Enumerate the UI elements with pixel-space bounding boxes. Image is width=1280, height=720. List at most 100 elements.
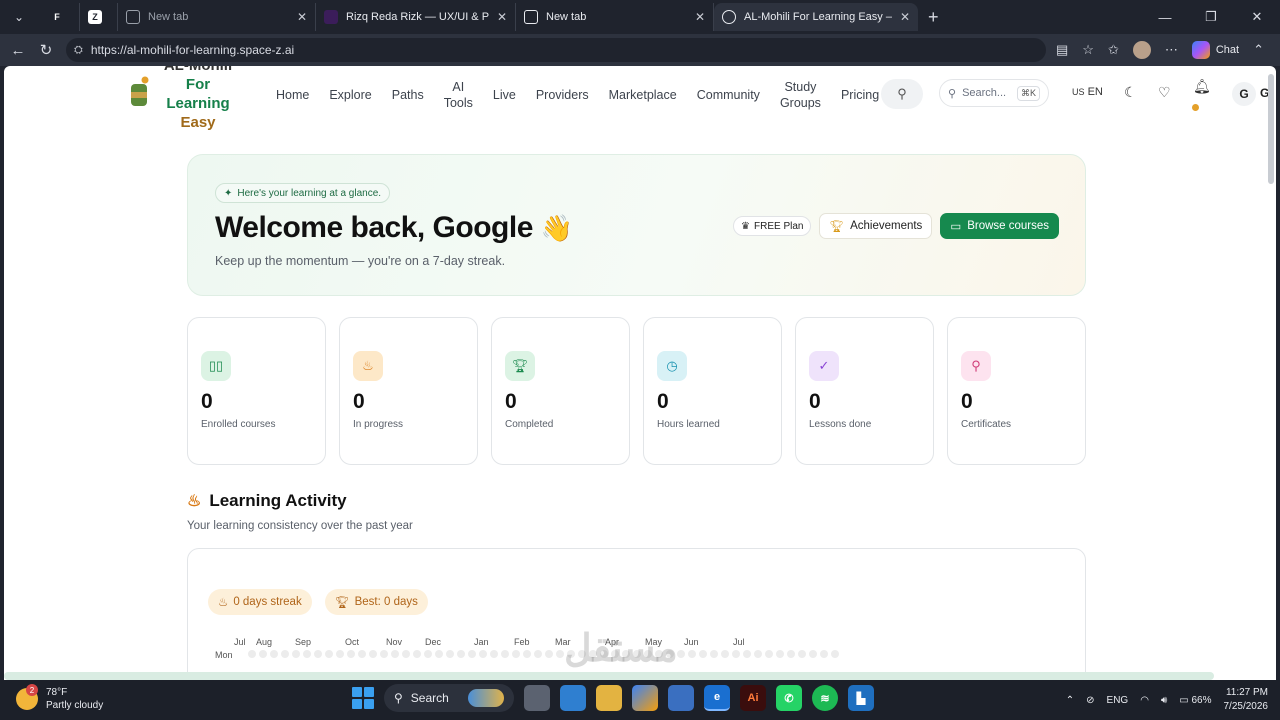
volume-icon[interactable]: 🔊︎ — [1161, 695, 1167, 706]
new-tab-icon[interactable]: + — [928, 7, 939, 28]
vertical-scrollbar[interactable] — [1268, 74, 1274, 184]
url-field[interactable]: ⛭ https://al-mohili-for-learning.space-z… — [66, 38, 1046, 62]
site-logo[interactable]: AL-Mohili For Learning Easy — [158, 66, 238, 132]
reader-icon[interactable]: ▤ — [1056, 42, 1068, 58]
heatmap-day — [501, 650, 509, 658]
check-circle-icon: ✓ — [809, 351, 839, 381]
nav-providers[interactable]: Providers — [526, 87, 599, 103]
system-tray: ⌃ ⊘ ENG ◠ 🔊︎ ▭ 66% 11:27 PM 7/25/2026 — [1066, 686, 1268, 714]
close-tab-icon[interactable]: ✕ — [695, 10, 705, 24]
close-tab-icon[interactable]: ✕ — [297, 10, 307, 24]
page-title: Welcome back, Google 👋 — [215, 211, 573, 245]
search-box[interactable]: ⚲ Search... ⌘K — [939, 79, 1049, 107]
watermark-logo: مستقل — [564, 628, 678, 670]
heatmap-day — [820, 650, 828, 658]
tab-al-mohili[interactable]: AL-Mohili For Learning Easy — Ent ✕ — [714, 3, 918, 31]
user-avatar[interactable]: G — [1232, 82, 1256, 106]
wifi-icon[interactable]: ◠ — [1140, 695, 1149, 706]
clock[interactable]: 11:27 PM 7/25/2026 — [1224, 686, 1269, 714]
tab-rizq[interactable]: Rizq Reda Rizk — UX/UI & Produc ✕ — [316, 3, 516, 31]
nav-study-groups[interactable]: Study Groups — [770, 79, 831, 111]
heatmap-day — [798, 650, 806, 658]
search-highlight-icon — [468, 689, 504, 707]
input-language[interactable]: ENG — [1107, 695, 1129, 706]
minimize-icon[interactable]: — — [1142, 10, 1188, 25]
heatmap-day — [699, 650, 707, 658]
bell-icon[interactable]: 🔔︎ — [1193, 78, 1211, 95]
weather-widget[interactable]: 2 78°F Partly cloudy — [16, 684, 103, 712]
moon-icon[interactable]: ☾ — [1124, 84, 1137, 101]
close-tab-icon[interactable]: ✕ — [497, 10, 507, 24]
tab-title: New tab — [148, 11, 189, 23]
widgets-icon[interactable] — [560, 685, 586, 711]
site-info-icon[interactable]: ⛭ — [74, 44, 83, 57]
camera-off-icon[interactable]: ⊘ — [1086, 695, 1094, 706]
nav-paths[interactable]: Paths — [382, 87, 434, 103]
nav-ai-tools[interactable]: AI Tools — [434, 79, 483, 111]
stat-label: Enrolled courses — [201, 419, 276, 430]
back-icon[interactable]: ← — [4, 42, 32, 59]
heatmap-day — [347, 650, 355, 658]
taskbar-search[interactable]: ⚲ Search — [384, 684, 514, 712]
time: 11:27 PM — [1225, 687, 1268, 698]
heatmap-day — [391, 650, 399, 658]
stat-value: 0 — [657, 390, 669, 413]
heart-icon[interactable]: ♡ — [1158, 84, 1171, 101]
close-tab-icon[interactable]: ✕ — [900, 10, 910, 24]
file-explorer-icon[interactable] — [596, 685, 622, 711]
heatmap-day — [248, 650, 256, 658]
tray-chevron-icon[interactable]: ⌃ — [1066, 695, 1074, 706]
store-icon[interactable] — [668, 685, 694, 711]
crown-icon: ♛ — [741, 220, 750, 232]
windows-start-icon[interactable] — [352, 687, 374, 709]
profile-avatar[interactable] — [1132, 41, 1151, 59]
battery-percent: 66% — [1191, 694, 1212, 706]
copilot-chat-button[interactable]: Chat — [1191, 41, 1239, 59]
refresh-icon[interactable]: ↻ — [32, 41, 60, 59]
taskbar-apps: ⚲ Search e Ai ✆ ≋ ▙ — [352, 684, 874, 712]
achievements-button[interactable]: 🏆︎ Achievements — [819, 213, 933, 239]
stat-label: Hours learned — [657, 419, 720, 430]
nav-explore[interactable]: Explore — [319, 87, 381, 103]
more-icon[interactable]: ⋯ — [1165, 42, 1178, 58]
tab-new-2[interactable]: New tab ✕ — [516, 3, 714, 31]
month-label: Jul — [733, 637, 745, 647]
nav-marketplace[interactable]: Marketplace — [599, 87, 687, 103]
search-placeholder: Search... — [962, 87, 1007, 99]
edge-icon[interactable]: e — [704, 685, 730, 711]
graduation-cap-icon — [131, 76, 149, 106]
browse-courses-button[interactable]: ▭ Browse courses — [940, 213, 1059, 239]
heatmap-day — [512, 650, 520, 658]
language-switcher[interactable]: US EN — [1072, 86, 1103, 98]
sidebar-toggle-icon[interactable]: ⌃ — [1253, 42, 1264, 58]
horizontal-scrollbar[interactable] — [4, 672, 1214, 680]
search-toggle-button[interactable]: ⚲ — [881, 79, 923, 109]
heatmap-day — [303, 650, 311, 658]
whatsapp-icon[interactable]: ✆ — [776, 685, 802, 711]
favorites-icon[interactable]: ✩ — [1108, 42, 1119, 58]
nav-ai-tools-line-2: Tools — [443, 96, 473, 110]
stat-card-hours: ◷ 0 Hours learned — [643, 317, 782, 465]
star-icon[interactable]: ☆ — [1082, 42, 1094, 58]
tab-actions-chevron-icon[interactable]: ⌄ — [4, 5, 34, 29]
spotify-icon[interactable]: ≋ — [812, 685, 838, 711]
heatmap-day — [402, 650, 410, 658]
jira-icon[interactable]: ▙ — [848, 685, 874, 711]
tab-pinned-2[interactable]: Z — [80, 3, 118, 31]
nav-ai-tools-line-1: AI — [452, 80, 465, 94]
nav-community[interactable]: Community — [687, 87, 770, 103]
search-icon: ⚲ — [394, 691, 403, 705]
close-window-icon[interactable]: ✕ — [1234, 9, 1280, 25]
task-view-icon[interactable] — [524, 685, 550, 711]
maximize-icon[interactable]: ❐ — [1188, 9, 1234, 25]
best-streak-chip: 🏆︎ Best: 0 days — [325, 589, 428, 615]
tab-new-1[interactable]: New tab ✕ — [118, 3, 316, 31]
nav-live[interactable]: Live — [483, 87, 526, 103]
globe-icon — [722, 10, 736, 24]
illustrator-icon[interactable]: Ai — [740, 685, 766, 711]
tab-pinned-1[interactable]: F — [42, 3, 80, 31]
copilot-app-icon[interactable] — [632, 685, 658, 711]
battery-level[interactable]: ▭ 66% — [1179, 695, 1211, 706]
nav-home[interactable]: Home — [266, 87, 319, 103]
copilot-icon — [1191, 41, 1210, 59]
